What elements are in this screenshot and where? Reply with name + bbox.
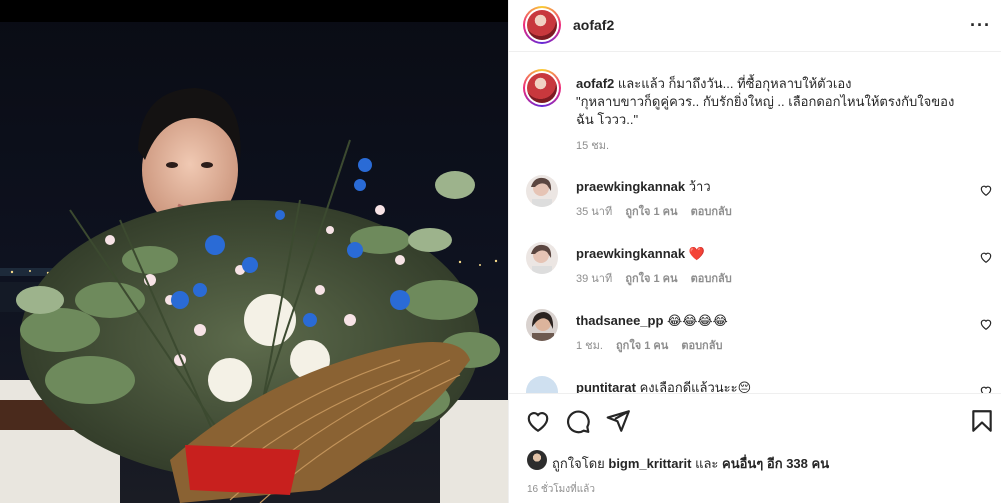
comment-item: thadsanee_pp 😂😂😂😂 1 ชม. ถูกใจ 1 คน ตอบกล…: [523, 309, 993, 359]
liker-username[interactable]: bigm_krittarit: [608, 456, 691, 471]
comment-text: ว้าว: [688, 179, 711, 194]
liker-avatar[interactable]: [527, 450, 547, 470]
comment-text: 😂😂😂😂: [667, 313, 728, 328]
comment-time: 39 นาที: [576, 273, 613, 285]
comment-bubble-icon[interactable]: [565, 408, 591, 434]
commenter-avatar[interactable]: [526, 376, 558, 393]
post-detail-panel: aofaf2 ··· aofaf2 และแล้ว ก็มาถึงวัน... …: [508, 0, 1001, 503]
reply-button[interactable]: ตอบกลับ: [681, 340, 722, 352]
comments-list[interactable]: aofaf2 และแล้ว ก็มาถึงวัน... ที่ซื้อกุหล…: [509, 53, 1001, 393]
comment-username[interactable]: thadsanee_pp: [576, 313, 663, 328]
author-username[interactable]: aofaf2: [573, 17, 614, 33]
like-comment-heart-icon[interactable]: [979, 183, 993, 197]
comment-item: praewkingkannak ว้าว 35 นาที ถูกใจ 1 คน …: [523, 175, 993, 225]
comment-username[interactable]: praewkingkannak: [576, 179, 685, 194]
comment-item: puntitarat คงเลือกดีแล้วนะะ😔: [523, 376, 993, 393]
post-photo[interactable]: [0, 0, 508, 503]
post-timestamp[interactable]: 16 ชั่วโมงที่แล้ว: [527, 482, 595, 497]
likes-middle: และ: [695, 456, 719, 471]
post-header: aofaf2 ···: [509, 0, 1001, 52]
bookmark-icon[interactable]: [969, 408, 995, 434]
comment-item: praewkingkannak ❤️ 39 นาที ถูกใจ 1 คน ตอ…: [523, 242, 993, 292]
caption-text-1: และแล้ว ก็มาถึงวัน... ที่ซื้อกุหลาบให้ตั…: [617, 76, 852, 91]
like-comment-heart-icon[interactable]: [979, 250, 993, 264]
comment-time: 35 นาที: [576, 206, 613, 218]
caption-avatar[interactable]: [523, 69, 561, 107]
comment-username[interactable]: praewkingkannak: [576, 246, 685, 261]
comment-likes[interactable]: ถูกใจ 1 คน: [625, 273, 677, 285]
author-avatar[interactable]: [523, 6, 561, 44]
post-photo-image: [0, 0, 508, 503]
commenter-avatar[interactable]: [526, 175, 558, 207]
more-options-icon[interactable]: ···: [970, 14, 990, 36]
comment-likes[interactable]: ถูกใจ 1 คน: [616, 340, 668, 352]
caption-text-2: "กุหลาบขาวก็ดูคู่ควร.. กับรักยิ่งใหญ่ ..…: [576, 94, 955, 109]
comment-time: 1 ชม.: [576, 340, 603, 352]
likes-prefix: ถูกใจโดย: [552, 456, 605, 471]
reply-button[interactable]: ตอบกลับ: [691, 206, 732, 218]
like-heart-icon[interactable]: [525, 408, 551, 434]
comment-likes[interactable]: ถูกใจ 1 คน: [625, 206, 677, 218]
commenter-avatar[interactable]: [526, 242, 558, 274]
likes-others[interactable]: คนอื่นๆ อีก 338 คน: [722, 456, 829, 471]
comment-text: ❤️: [688, 246, 705, 261]
caption-time: 15 ชม.: [576, 140, 610, 152]
comment-username[interactable]: puntitarat: [576, 380, 636, 393]
caption-text-3: ฉัน โววว..": [576, 112, 639, 127]
share-plane-icon[interactable]: [605, 408, 631, 434]
caption-username[interactable]: aofaf2: [576, 76, 614, 91]
reply-button[interactable]: ตอบกลับ: [691, 273, 732, 285]
comment-text: คงเลือกดีแล้วนะะ😔: [639, 380, 752, 393]
like-comment-heart-icon[interactable]: [979, 384, 993, 393]
commenter-avatar[interactable]: [526, 309, 558, 341]
post-actions-bar: [509, 393, 1001, 447]
like-comment-heart-icon[interactable]: [979, 317, 993, 331]
